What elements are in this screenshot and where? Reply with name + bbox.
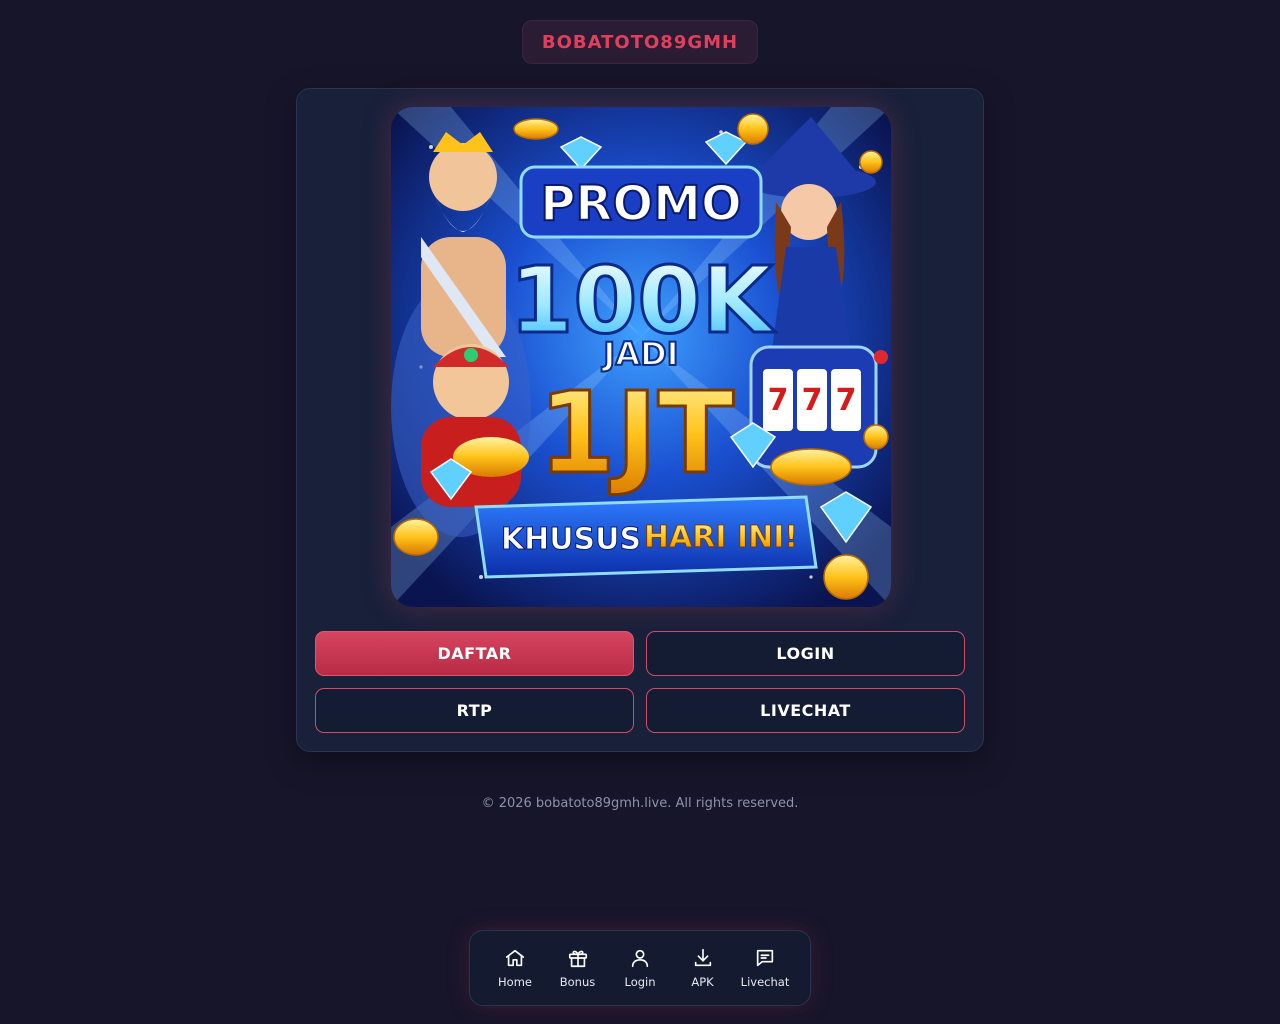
home-icon xyxy=(505,949,525,967)
svg-text:KHUSUS: KHUSUS xyxy=(501,522,641,557)
brand-title: BOBATOTO89GMH xyxy=(541,31,739,53)
nav-label-home: Home xyxy=(498,975,532,989)
bottom-nav: Home Bonus Login APK Livechat xyxy=(469,930,811,1006)
nav-label-bonus: Bonus xyxy=(559,975,596,989)
svg-text:HARI INI!: HARI INI! xyxy=(644,520,798,555)
svg-text:7: 7 xyxy=(768,383,789,418)
nav-label-login: Login xyxy=(624,975,656,989)
gift-icon xyxy=(568,950,587,968)
promo-banner[interactable]: 7 7 7 PROMO 100K JADI 1JT KHUSUS HARI IN… xyxy=(391,107,891,607)
svg-text:7: 7 xyxy=(802,383,823,418)
main-card: 7 7 7 PROMO 100K JADI 1JT KHUSUS HARI IN… xyxy=(296,88,984,752)
nav-item-livechat[interactable]: Livechat xyxy=(734,931,796,1005)
nav-item-home[interactable]: Home xyxy=(484,931,546,1005)
login-button-label: LOGIN xyxy=(776,644,835,663)
svg-text:PROMO: PROMO xyxy=(540,176,742,232)
promo-banner-art: 7 7 7 PROMO 100K JADI 1JT KHUSUS HARI IN… xyxy=(391,107,891,607)
svg-text:JADI: JADI xyxy=(601,335,678,373)
chat-icon xyxy=(756,949,774,967)
nav-item-login[interactable]: Login xyxy=(609,931,671,1005)
promo-ribbon: KHUSUS HARI INI! xyxy=(474,495,818,579)
user-icon xyxy=(631,949,649,968)
brand-logo[interactable]: BOBATOTO89GMH xyxy=(522,20,758,64)
nav-label-apk: APK xyxy=(691,975,714,989)
nav-item-bonus[interactable]: Bonus xyxy=(547,931,609,1005)
nav-item-apk[interactable]: APK xyxy=(672,931,734,1005)
svg-text:1JT: 1JT xyxy=(538,369,734,499)
rtp-button[interactable]: RTP xyxy=(315,688,634,733)
daftar-button[interactable]: DAFTAR xyxy=(315,631,634,676)
download-icon xyxy=(694,948,711,967)
livechat-button-label: LIVECHAT xyxy=(760,701,851,720)
login-button[interactable]: LOGIN xyxy=(646,631,965,676)
nav-label-livechat: Livechat xyxy=(740,975,790,989)
rtp-button-label: RTP xyxy=(456,701,493,720)
livechat-button[interactable]: LIVECHAT xyxy=(646,688,965,733)
daftar-button-label: DAFTAR xyxy=(437,644,512,663)
svg-text:7: 7 xyxy=(836,383,857,418)
footer-copyright: © 2026 bobatoto89gmh.live. All rights re… xyxy=(481,796,799,811)
